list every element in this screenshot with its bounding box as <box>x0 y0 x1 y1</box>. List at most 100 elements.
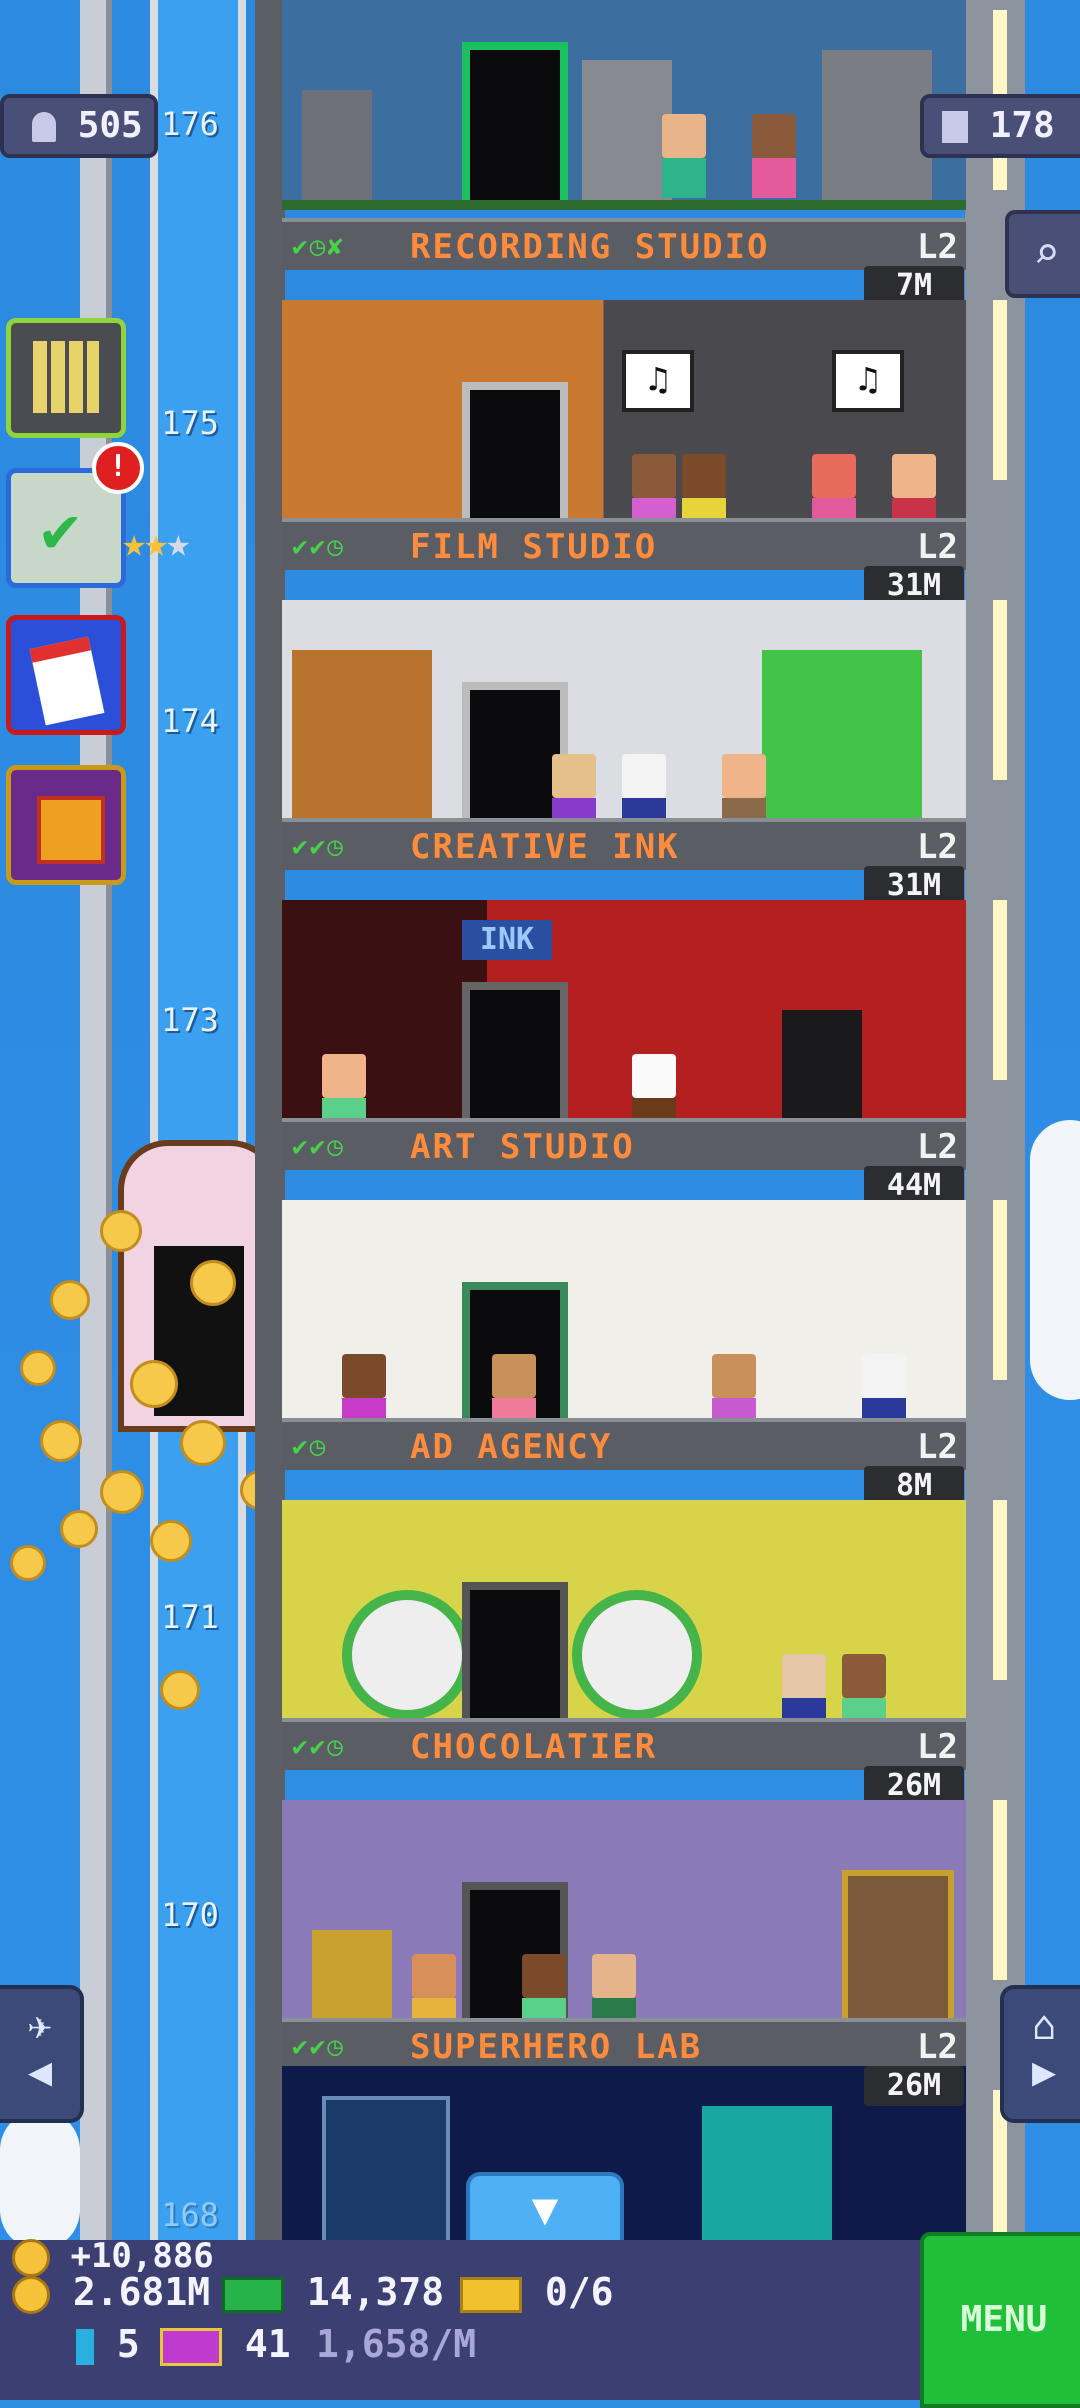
arrow-down-icon: ▼ <box>531 2184 559 2235</box>
coin-burst <box>60 1510 98 1548</box>
room-level: L2 <box>917 1127 958 1167</box>
floor-ad-agency[interactable] <box>282 1200 966 1450</box>
coin-burst <box>40 1420 82 1462</box>
mission-stars: ★★★ <box>122 520 190 566</box>
room-name: SUPERHERO LAB <box>410 2027 703 2067</box>
coin-burst <box>20 1350 56 1386</box>
coin-burst <box>160 1670 200 1710</box>
build-floor-button[interactable] <box>6 318 126 438</box>
statue <box>582 60 672 200</box>
arrow-right-icon: ▶ <box>1031 2049 1057 2095</box>
floor-number: 168 <box>161 2196 219 2234</box>
floor-sign-ad-agency[interactable]: ✔◷ AD AGENCY L2 <box>282 1418 966 1470</box>
status-checks: ✔✔◷ <box>292 2032 345 2062</box>
events-button[interactable] <box>6 615 126 735</box>
statue <box>822 50 932 200</box>
floor-sign-recording-studio[interactable]: ✔◷✘ RECORDING STUDIO L2 <box>282 218 966 270</box>
floor-art-studio[interactable]: INK <box>282 900 966 1150</box>
room-level: L2 <box>917 827 958 867</box>
gift-icon <box>37 796 105 864</box>
floor-sign-film-studio[interactable]: ✔✔◷ FILM STUDIO L2 <box>282 518 966 570</box>
coin-burst <box>190 1260 236 1306</box>
vip-stat[interactable]: 41 <box>160 2322 291 2366</box>
coin-burst <box>100 1470 144 1514</box>
egg-chair <box>342 1590 472 1720</box>
music-note-bubble: ♫ <box>622 350 694 412</box>
menu-button[interactable]: MENU <box>920 2232 1080 2408</box>
tower-icon <box>33 341 99 413</box>
scroll-down-button[interactable]: ▼ <box>466 2172 624 2244</box>
home-nav-button[interactable]: ⌂ ▶ <box>1000 1985 1080 2123</box>
tower-window <box>993 1200 1007 1380</box>
search-button[interactable]: ⌕ <box>1005 210 1080 298</box>
bux-value: 14,378 <box>306 2270 445 2314</box>
status-checks: ✔✔◷ <box>292 1732 345 1762</box>
status-checks: ✔✔◷ <box>292 832 345 862</box>
calendar-icon <box>29 636 105 726</box>
room-cost: 26M <box>864 2066 964 2106</box>
tickets-stat[interactable]: 0/6 <box>460 2270 614 2314</box>
room-name: CHOCOLATIER <box>410 1727 658 1767</box>
tower-window <box>993 600 1007 780</box>
keys-value: 5 <box>116 2322 140 2366</box>
star-icon: ★ <box>122 520 146 566</box>
elevator-nav-button[interactable]: ✈ ◀ <box>0 1985 84 2123</box>
floor-recording-studio[interactable] <box>282 0 966 210</box>
floor-number: 175 <box>161 404 219 442</box>
search-icon: ⌕ <box>1033 228 1060 279</box>
floor-number: 173 <box>161 1001 219 1039</box>
tower-frame-left <box>255 0 285 2240</box>
floor-count-value: 178 <box>989 105 1055 146</box>
floor-superhero-lab[interactable] <box>282 1800 966 2050</box>
floor-sign-chocolatier[interactable]: ✔✔◷ CHOCOLATIER L2 <box>282 1718 966 1770</box>
bux-stat[interactable]: 14,378 <box>222 2270 444 2314</box>
worker <box>662 114 706 198</box>
room-name: CREATIVE INK <box>410 827 680 867</box>
floor-sign-superhero-lab[interactable]: ✔✔◷ SUPERHERO LAB L2 <box>282 2018 966 2070</box>
bux-icon <box>222 2276 284 2313</box>
tower-window <box>993 1500 1007 1680</box>
cauldron <box>312 1930 392 2020</box>
room-name: AD AGENCY <box>410 1427 613 1467</box>
floor-counter[interactable]: 178 <box>920 94 1080 158</box>
coins-stat[interactable]: 2.681M <box>12 2270 210 2314</box>
coin-burst <box>10 1545 46 1581</box>
music-note-bubble: ♫ <box>832 350 904 412</box>
floor-number: 170 <box>161 1896 219 1934</box>
room-name: FILM STUDIO <box>410 527 658 567</box>
keys-stat[interactable]: 5 <box>76 2322 140 2366</box>
room-name: RECORDING STUDIO <box>410 227 770 267</box>
person-icon <box>32 112 56 142</box>
room-level: L2 <box>917 2027 958 2067</box>
office-chair <box>782 1010 862 1130</box>
egg-chair <box>572 1590 702 1720</box>
status-checks: ✔✔◷ <box>292 532 345 562</box>
floor-film-studio[interactable]: ♫ ♫ <box>282 300 966 550</box>
mission-alert-badge: ! <box>92 442 144 494</box>
ticket-icon <box>460 2276 522 2313</box>
coin-icon <box>12 2275 50 2314</box>
floor-sign-creative-ink[interactable]: ✔✔◷ CREATIVE INK L2 <box>282 818 966 870</box>
population-counter[interactable]: 505 <box>0 94 158 158</box>
star-icon: ★ <box>144 520 168 566</box>
floor-sign-art-studio[interactable]: ✔✔◷ ART STUDIO L2 <box>282 1118 966 1170</box>
coin-burst <box>50 1280 90 1320</box>
lab-portal <box>702 2106 832 2240</box>
missions-icon: ✔ <box>41 493 80 567</box>
lab-screen <box>322 2096 450 2240</box>
worker <box>752 114 796 198</box>
statue <box>302 90 372 200</box>
floor-number: 174 <box>161 702 219 740</box>
alert-text: ! <box>108 449 128 484</box>
floor-number: 176 <box>161 105 219 143</box>
floor-creative-ink[interactable] <box>282 600 966 850</box>
floor-chocolatier[interactable] <box>282 1500 966 1750</box>
room-name: ART STUDIO <box>410 1127 635 1167</box>
star-icon: ★ <box>166 520 190 566</box>
room-level: L2 <box>917 1727 958 1767</box>
status-checks: ✔✔◷ <box>292 1132 345 1162</box>
status-checks: ✔◷ <box>292 1432 328 1462</box>
gift-button[interactable] <box>6 765 126 885</box>
home-icon: ⌂ <box>1031 2003 1057 2049</box>
key-icon <box>76 2328 94 2365</box>
